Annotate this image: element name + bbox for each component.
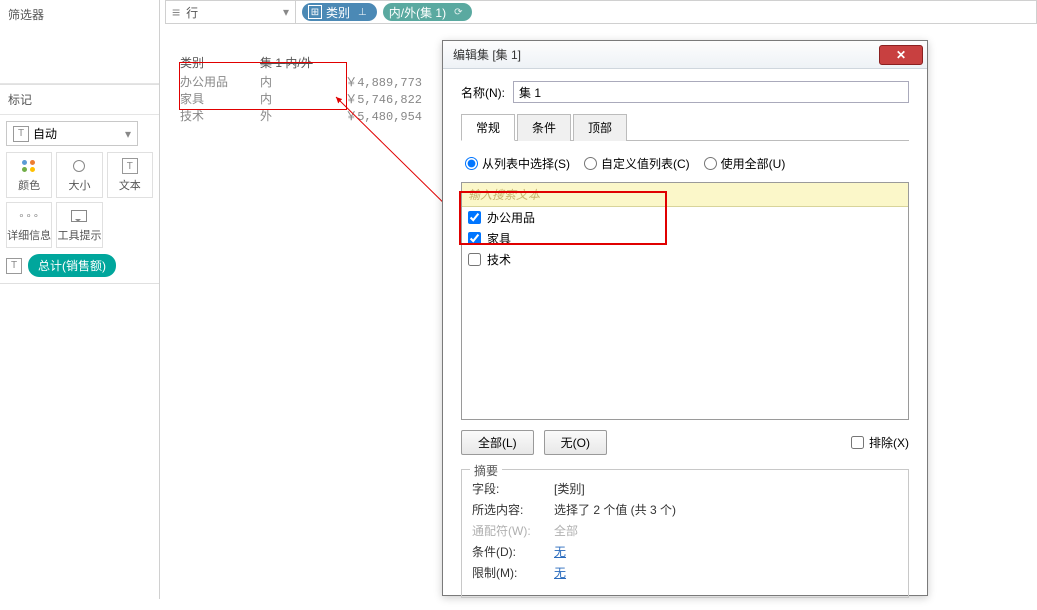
text-mark-icon: T (13, 126, 29, 142)
dialog-titlebar[interactable]: 编辑集 [集 1] ✕ (443, 41, 927, 69)
chevron-down-icon: ▾ (283, 5, 289, 19)
marks-detail[interactable]: ∘∘∘ 详细信息 (6, 202, 52, 248)
select-none-button[interactable]: 无(O) (544, 430, 607, 455)
marks-color[interactable]: 颜色 (6, 152, 52, 198)
crosstab: 类别 集 1 内/外 办公用品 内 ￥4,889,773 家具 内 ￥5,746… (180, 52, 422, 124)
name-label: 名称(N): (461, 84, 505, 101)
radio-from-list[interactable]: 从列表中选择(S) (465, 155, 570, 172)
detail-icon: ∘∘∘ (18, 211, 40, 222)
tab-condition[interactable]: 条件 (517, 114, 571, 141)
member-listbox: 输入搜索文本 办公用品 家具 技术 (461, 182, 909, 420)
marks-type-select[interactable]: T 自动 ▾ (6, 121, 138, 146)
col-header-category: 类别 (180, 52, 260, 73)
marks-header: 标记 (0, 85, 159, 115)
expand-icon: ⊞ (308, 5, 322, 19)
set-name-input[interactable] (513, 81, 909, 103)
tab-general[interactable]: 常规 (461, 114, 515, 141)
summary-box: 摘要 字段:[类别] 所选内容:选择了 2 个值 (共 3 个) 通配符(W):… (461, 469, 909, 598)
size-icon (73, 160, 85, 172)
rows-shelf: 行 ▾ ⊞ 类别 ⊥ 内/外(集 1) ⟳ (165, 0, 1037, 24)
member-checkbox[interactable] (468, 232, 481, 245)
member-checkbox[interactable] (468, 253, 481, 266)
list-item[interactable]: 家具 (462, 228, 908, 249)
marks-size[interactable]: 大小 (56, 152, 102, 198)
text-encoding-icon: T (6, 258, 22, 274)
tooltip-icon (71, 210, 87, 222)
edit-set-dialog: 编辑集 [集 1] ✕ 名称(N): 常规 条件 顶部 从列表中选择(S) 自定… (442, 40, 928, 596)
tabs: 常规 条件 顶部 (461, 113, 909, 141)
filters-header: 筛选器 (0, 0, 159, 84)
pill-category[interactable]: ⊞ 类别 ⊥ (302, 3, 377, 21)
select-all-button[interactable]: 全部(L) (461, 430, 534, 455)
table-row: 技术 外 ￥5,480,954 (180, 107, 422, 124)
close-icon: ✕ (896, 48, 906, 62)
label-icon: T (122, 158, 138, 174)
set-icon: ⟳ (454, 7, 462, 18)
close-button[interactable]: ✕ (879, 45, 923, 65)
list-item[interactable]: 办公用品 (462, 207, 908, 228)
table-row: 家具 内 ￥5,746,822 (180, 90, 422, 107)
summary-title: 摘要 (470, 462, 502, 479)
col-header-set: 集 1 内/外 (260, 52, 332, 73)
condition-link[interactable]: 无 (554, 543, 566, 560)
rows-icon (172, 4, 180, 20)
search-input[interactable]: 输入搜索文本 (462, 183, 908, 207)
dialog-title: 编辑集 [集 1] (453, 46, 521, 63)
tab-top[interactable]: 顶部 (573, 114, 627, 141)
exclude-checkbox[interactable]: 排除(X) (851, 434, 909, 451)
sidebar: 筛选器 标记 T 自动 ▾ 颜色 大小 T 文本 (0, 0, 160, 599)
pill-total-sales[interactable]: 总计(销售额) (28, 254, 116, 277)
pill-inout-set[interactable]: 内/外(集 1) ⟳ (383, 3, 473, 21)
member-checkbox[interactable] (468, 211, 481, 224)
marks-mode-label: 自动 (33, 125, 57, 142)
pill-end-icon: ⊥ (358, 7, 367, 18)
radio-custom-list[interactable]: 自定义值列表(C) (584, 155, 690, 172)
rows-shelf-label[interactable]: 行 ▾ (166, 1, 296, 23)
list-item[interactable]: 技术 (462, 249, 908, 270)
limit-link[interactable]: 无 (554, 564, 566, 581)
marks-tooltip[interactable]: 工具提示 (56, 202, 102, 248)
table-row: 办公用品 内 ￥4,889,773 (180, 73, 422, 90)
radio-use-all[interactable]: 使用全部(U) (704, 155, 786, 172)
color-icon (22, 160, 36, 172)
marks-text[interactable]: T 文本 (107, 152, 153, 198)
chevron-down-icon: ▾ (125, 127, 131, 141)
